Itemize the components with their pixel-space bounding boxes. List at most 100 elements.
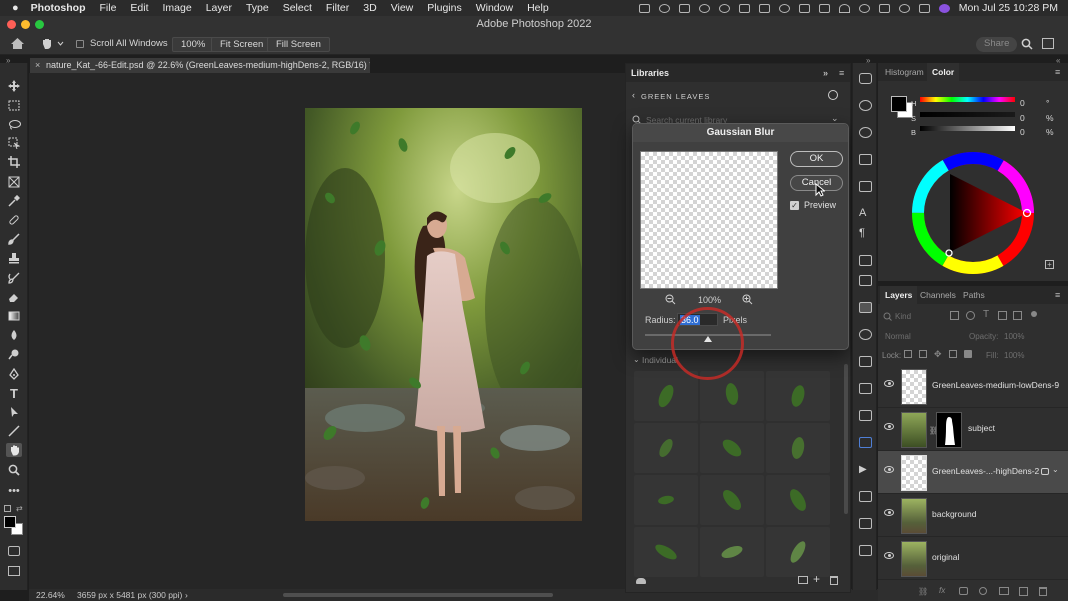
actions-play-icon[interactable]: ▶ xyxy=(859,464,872,475)
layer-thumbnail[interactable] xyxy=(901,455,927,491)
libraries-icon[interactable] xyxy=(859,302,872,313)
panel-menu-icon[interactable]: ≡ xyxy=(1055,63,1060,81)
history-brush-tool-icon[interactable] xyxy=(6,271,22,285)
layer-thumbnail[interactable] xyxy=(901,412,927,448)
preview-checkbox[interactable]: ✓ xyxy=(790,201,799,210)
layer-name[interactable]: GreenLeaves-medium-lowDens-9 xyxy=(932,380,1059,390)
library-item[interactable] xyxy=(634,475,698,525)
search-icon[interactable] xyxy=(1021,38,1033,50)
properties-icon[interactable] xyxy=(859,154,872,165)
lock-artboard-icon[interactable] xyxy=(949,350,957,358)
slider-b-track[interactable] xyxy=(920,126,1015,131)
menu-view[interactable]: View xyxy=(391,2,414,14)
menu-3d[interactable]: 3D xyxy=(363,2,376,14)
library-item[interactable] xyxy=(634,423,698,473)
path-selection-tool-icon[interactable] xyxy=(6,405,22,419)
layer-thumbnail[interactable] xyxy=(901,541,927,577)
opacity-value[interactable]: 100% xyxy=(1004,332,1024,341)
brush-tool-icon[interactable] xyxy=(6,232,22,246)
cloud-sync-icon[interactable] xyxy=(636,578,646,584)
ok-button[interactable]: OK xyxy=(790,151,843,167)
gradients-icon[interactable] xyxy=(859,410,872,421)
spotlight-icon[interactable] xyxy=(898,3,910,13)
library-collaborators-icon[interactable] xyxy=(828,90,838,100)
back-chevron-icon[interactable]: ‹ xyxy=(632,90,635,100)
filter-shape-icon[interactable] xyxy=(998,311,1007,320)
layer-style-fx-icon[interactable]: fx xyxy=(939,586,945,595)
grid-app-icon[interactable] xyxy=(798,3,810,13)
swatches-icon[interactable] xyxy=(859,356,872,367)
tab-histogram[interactable]: Histogram xyxy=(880,63,929,81)
lock-all-icon[interactable] xyxy=(964,350,972,358)
add-element-icon[interactable]: + xyxy=(813,572,820,586)
new-adjustment-layer-icon[interactable] xyxy=(979,587,987,595)
apple-logo-icon[interactable]: ● xyxy=(12,2,19,14)
layer-name[interactable]: subject xyxy=(968,423,995,433)
notes-icon[interactable] xyxy=(859,255,872,266)
fill-screen-button[interactable]: Fill Screen xyxy=(267,37,330,52)
patterns-icon[interactable] xyxy=(859,383,872,394)
status-document-info[interactable]: 3659 px x 5481 px (300 ppi) xyxy=(77,589,182,601)
history-icon[interactable] xyxy=(859,491,872,502)
menu-filter[interactable]: Filter xyxy=(326,2,349,14)
library-scrollbar[interactable] xyxy=(844,364,848,514)
home-icon[interactable] xyxy=(10,37,25,50)
frame-tool-icon[interactable] xyxy=(6,175,22,189)
filter-toggle-icon[interactable] xyxy=(1031,311,1037,317)
tab-channels[interactable]: Channels xyxy=(915,286,961,304)
blend-mode-select[interactable]: Normal xyxy=(885,332,911,341)
visibility-eye-icon[interactable] xyxy=(884,423,894,430)
new-group-icon[interactable] xyxy=(798,576,808,584)
wifi-icon[interactable] xyxy=(838,3,850,13)
zoom-100-button[interactable]: 100% xyxy=(172,37,215,52)
delete-layer-icon[interactable] xyxy=(1039,587,1047,596)
user-icon[interactable] xyxy=(858,3,870,13)
new-layer-icon[interactable] xyxy=(1019,587,1028,596)
blur-tool-icon[interactable] xyxy=(6,328,22,342)
cloud-icon[interactable] xyxy=(778,3,790,13)
filter-smart-object-icon[interactable] xyxy=(1013,311,1022,320)
color-wheel-picker[interactable] xyxy=(911,151,1035,275)
sync-icon[interactable] xyxy=(718,3,730,13)
library-item[interactable] xyxy=(634,527,698,577)
layer-name[interactable]: GreenLeaves-...-highDens-2 xyxy=(932,466,1039,476)
creative-cloud-icon[interactable] xyxy=(658,3,670,13)
library-item[interactable] xyxy=(766,371,830,421)
airplay-icon[interactable] xyxy=(738,3,750,13)
menu-photoshop[interactable]: Photoshop xyxy=(31,2,86,14)
type-tool-icon[interactable]: T xyxy=(6,386,22,401)
layer-row[interactable]: background xyxy=(878,494,1068,537)
add-swatch-icon[interactable]: + xyxy=(1045,260,1054,269)
swap-colors-icon[interactable]: ⇄ xyxy=(16,504,23,513)
eraser-tool-icon[interactable] xyxy=(6,290,22,304)
library-item[interactable] xyxy=(700,527,764,577)
layer-row[interactable]: GreenLeaves-medium-lowDens-9 xyxy=(878,365,1068,408)
document-tab[interactable]: × nature_Kat_-66-Edit.psd @ 22.6% (Green… xyxy=(30,58,370,73)
layer-thumbnail[interactable] xyxy=(901,498,927,534)
slider-h-track[interactable] xyxy=(920,97,1015,102)
bluetooth-icon[interactable] xyxy=(818,3,830,13)
line-tool-icon[interactable] xyxy=(6,424,22,438)
learn-icon[interactable] xyxy=(859,100,872,111)
lock-pixels-icon[interactable] xyxy=(919,350,927,358)
slider-s-value[interactable]: 0 xyxy=(1020,113,1025,123)
visibility-eye-icon[interactable] xyxy=(884,552,894,559)
menu-help[interactable]: Help xyxy=(527,2,549,14)
collapse-panel-icon[interactable]: » xyxy=(823,64,828,82)
foreground-color-swatch[interactable] xyxy=(4,516,16,528)
close-document-icon[interactable]: × xyxy=(35,58,40,73)
layer-row-selected[interactable]: GreenLeaves-...-highDens-2 ⌄ xyxy=(878,451,1068,494)
keyboard-icon[interactable] xyxy=(878,3,890,13)
filter-pixel-icon[interactable] xyxy=(950,311,959,320)
bookmark-icon[interactable] xyxy=(758,3,770,13)
layer-filter-search-icon[interactable] xyxy=(883,312,892,321)
layer-thumbnail[interactable] xyxy=(901,369,927,405)
status-expand-icon[interactable]: › xyxy=(185,589,188,601)
visibility-eye-icon[interactable] xyxy=(884,509,894,516)
layer-mask-thumbnail[interactable] xyxy=(936,412,962,448)
menu-plugins[interactable]: Plugins xyxy=(427,2,461,14)
status-zoom[interactable]: 22.64% xyxy=(36,589,65,601)
scroll-all-windows-checkbox[interactable] xyxy=(76,40,84,48)
menu-image[interactable]: Image xyxy=(163,2,192,14)
clock-text[interactable]: Mon Jul 25 10:28 PM xyxy=(959,2,1058,14)
